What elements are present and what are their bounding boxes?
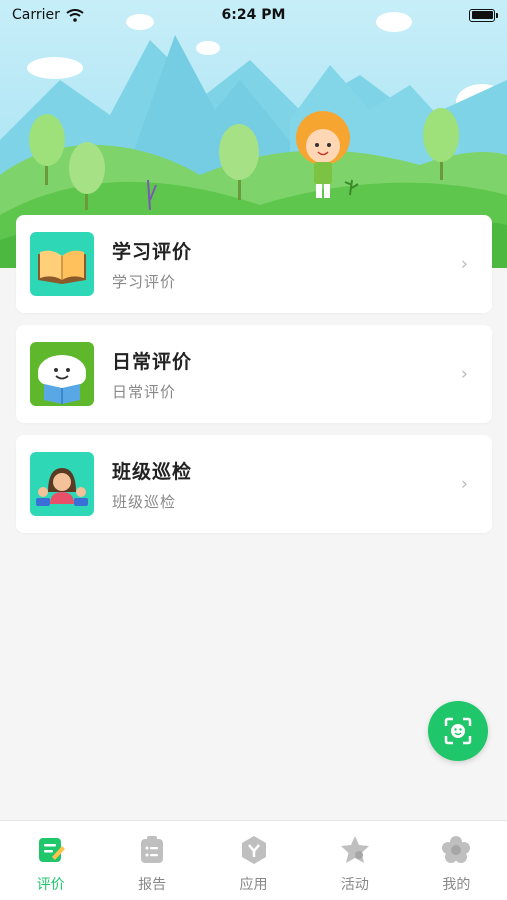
tab-label: 应用 xyxy=(239,877,268,893)
apps-icon xyxy=(241,836,266,864)
carrier-label: Carrier xyxy=(12,7,60,23)
wifi-icon xyxy=(66,8,84,22)
card-title: 日常评价 xyxy=(112,350,193,373)
tab-label: 报告 xyxy=(138,877,167,893)
chevron-right-icon: › xyxy=(460,363,468,385)
face-scan-icon xyxy=(444,717,472,745)
tab-apps[interactable]: 应用 xyxy=(203,821,304,900)
card-subtitle: 学习评价 xyxy=(112,272,177,291)
battery-icon xyxy=(469,8,498,22)
tab-evaluate[interactable]: 评价 xyxy=(0,821,101,900)
card-subtitle: 日常评价 xyxy=(112,382,177,401)
card-title: 班级巡检 xyxy=(112,460,193,483)
report-icon xyxy=(141,836,164,863)
tab-label: 评价 xyxy=(36,877,65,893)
chevron-right-icon: › xyxy=(460,473,468,495)
tab-report[interactable]: 报告 xyxy=(101,821,202,900)
card-daily-evaluation[interactable]: 日常评价 日常评价 › xyxy=(16,325,492,423)
activity-icon xyxy=(340,836,369,863)
bottom-tab-bar: 评价 报告 应用 活动 我的 xyxy=(0,820,507,900)
class-people-icon xyxy=(30,452,94,516)
evaluation-list: 学习评价 学习评价 › 日常评价 日常评价 › 班级巡检 班级巡检 › xyxy=(16,215,492,545)
profile-icon xyxy=(442,836,471,863)
chevron-right-icon: › xyxy=(460,253,468,275)
tab-label: 活动 xyxy=(340,877,369,893)
evaluate-icon xyxy=(38,838,65,862)
face-scan-button[interactable] xyxy=(428,701,488,761)
tab-label: 我的 xyxy=(442,877,471,893)
card-title: 学习评价 xyxy=(112,240,193,263)
card-subtitle: 班级巡检 xyxy=(112,492,177,511)
cloud-reading-icon xyxy=(30,342,94,406)
status-bar: Carrier 6:24 PM xyxy=(0,0,507,30)
tab-profile[interactable]: 我的 xyxy=(406,821,507,900)
card-class-inspection[interactable]: 班级巡检 班级巡检 › xyxy=(16,435,492,533)
book-icon xyxy=(30,232,94,296)
tab-activity[interactable]: 活动 xyxy=(304,821,405,900)
card-learning-evaluation[interactable]: 学习评价 学习评价 › xyxy=(16,215,492,313)
